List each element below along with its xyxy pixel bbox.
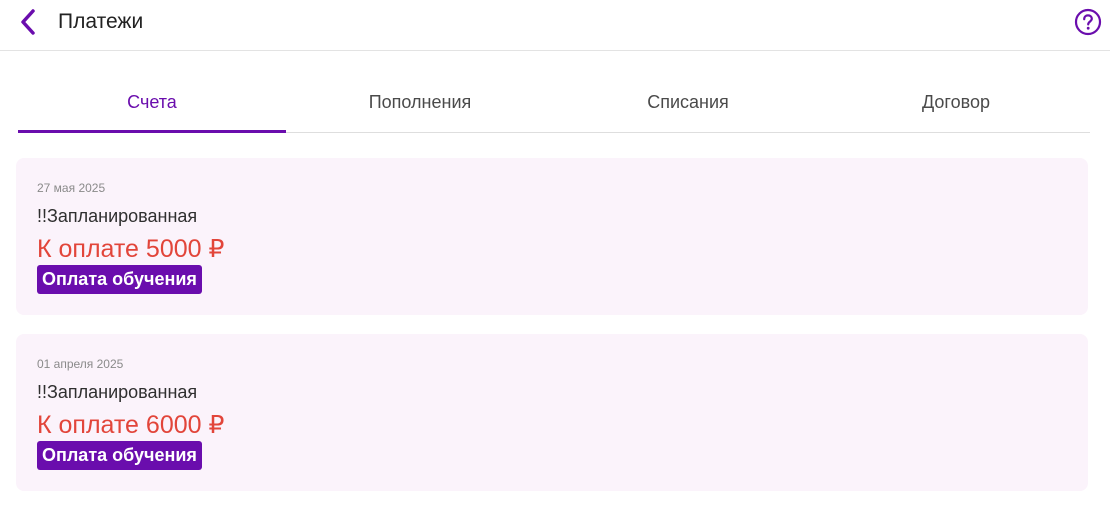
page-title: Платежи [58,10,144,33]
help-button[interactable] [1074,8,1102,36]
invoice-type-badge: Оплата обучения [37,441,202,470]
top-bar: Платежи [0,0,1110,51]
tab-charges[interactable]: Списания [554,72,822,132]
invoice-card[interactable]: 01 апреля 2025 !!Запланированная К оплат… [16,334,1088,491]
tab-top-ups[interactable]: Пополнения [286,72,554,132]
invoice-name: !!Запланированная [37,206,198,226]
invoice-name: !!Запланированная [37,382,198,402]
invoice-card[interactable]: 27 мая 2025 !!Запланированная К оплате 5… [16,158,1088,315]
invoice-date: 01 апреля 2025 [37,357,124,371]
tab-bar: Счета Пополнения Списания Договор [18,72,1090,133]
tab-invoices[interactable]: Счета [18,72,286,133]
invoice-amount: К оплате 5000 ₽ [37,235,225,263]
invoice-type-badge: Оплата обучения [37,265,202,294]
chevron-left-icon [21,9,35,35]
tab-contract[interactable]: Договор [822,72,1090,132]
back-button[interactable] [14,8,42,36]
invoice-date: 27 мая 2025 [37,181,106,195]
question-circle-icon [1074,8,1102,36]
invoice-amount: К оплате 6000 ₽ [37,411,225,439]
